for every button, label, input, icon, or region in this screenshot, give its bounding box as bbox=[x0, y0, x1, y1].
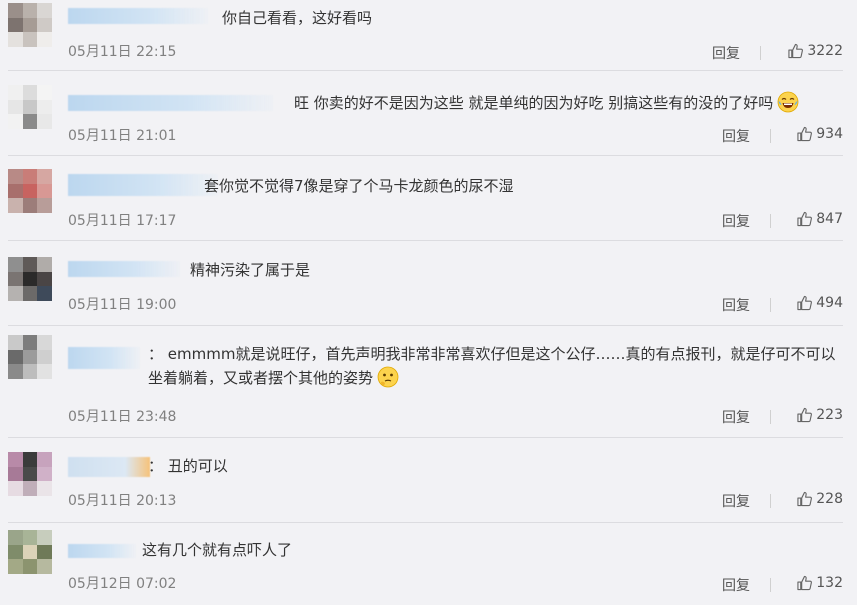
thumbs-up-icon bbox=[797, 575, 813, 591]
thinking-emoji bbox=[377, 366, 399, 388]
comment-text: 旺 你卖的好不是因为这些 就是单纯的因为好吃 别搞这些有的没的了好吗 bbox=[294, 91, 799, 115]
reply-button[interactable]: 回复 bbox=[722, 295, 750, 315]
like-button[interactable]: 934 bbox=[797, 126, 843, 142]
thumbs-up-icon bbox=[788, 43, 804, 59]
comment-text: 精神污染了属于是 bbox=[190, 261, 311, 279]
divider bbox=[770, 578, 771, 592]
comment-text: 这有几个就有点吓人了 bbox=[142, 541, 293, 559]
like-count: 223 bbox=[816, 407, 843, 423]
username-blurred[interactable] bbox=[68, 8, 208, 24]
like-count: 494 bbox=[816, 295, 843, 311]
comment-time: 05月11日 22:15 bbox=[68, 44, 177, 60]
comment-item: 套你觉不觉得7像是穿了个马卡龙颜色的尿不湿 05月11日 17:17 回复 84… bbox=[8, 156, 843, 241]
comment-feed: 你自己看看，这好看吗 05月11日 22:15 回复 3222 旺 你卖的好不是… bbox=[0, 0, 857, 605]
username-blurred[interactable] bbox=[68, 174, 218, 196]
like-button[interactable]: 223 bbox=[797, 407, 843, 423]
comment-time: 05月11日 23:48 bbox=[68, 409, 177, 425]
username-blurred[interactable] bbox=[68, 544, 136, 558]
comment-text: 套你觉不觉得7像是穿了个马卡龙颜色的尿不湿 bbox=[204, 177, 514, 195]
divider bbox=[770, 494, 771, 508]
like-button[interactable]: 494 bbox=[797, 295, 843, 311]
thumbs-up-icon bbox=[797, 407, 813, 423]
thumbs-up-icon bbox=[797, 211, 813, 227]
like-count: 228 bbox=[816, 491, 843, 507]
comment-item: 你自己看看，这好看吗 05月11日 22:15 回复 3222 bbox=[8, 0, 843, 71]
username-blurred[interactable] bbox=[68, 457, 150, 477]
comment-item: 旺 你卖的好不是因为这些 就是单纯的因为好吃 别搞这些有的没的了好吗 05月11… bbox=[8, 71, 843, 156]
avatar[interactable] bbox=[8, 530, 52, 574]
divider bbox=[770, 129, 771, 143]
username-blurred[interactable] bbox=[68, 261, 180, 277]
divider bbox=[770, 298, 771, 312]
comment-time: 05月11日 17:17 bbox=[68, 213, 177, 229]
thumbs-up-icon bbox=[797, 491, 813, 507]
like-button[interactable]: 3222 bbox=[788, 43, 843, 59]
comment-time: 05月12日 07:02 bbox=[68, 576, 177, 592]
reply-button[interactable]: 回复 bbox=[712, 43, 740, 63]
avatar[interactable] bbox=[8, 3, 52, 47]
username-blurred[interactable] bbox=[68, 95, 273, 111]
reply-button[interactable]: 回复 bbox=[722, 211, 750, 231]
comment-item: 精神污染了属于是 05月11日 19:00 回复 494 bbox=[8, 241, 843, 326]
comment-time: 05月11日 19:00 bbox=[68, 297, 177, 313]
avatar[interactable] bbox=[8, 452, 52, 496]
like-button[interactable]: 847 bbox=[797, 211, 843, 227]
like-button[interactable]: 132 bbox=[797, 575, 843, 591]
like-count: 934 bbox=[816, 126, 843, 142]
comment-item: 这有几个就有点吓人了 05月12日 07:02 回复 132 bbox=[8, 523, 843, 605]
reply-button[interactable]: 回复 bbox=[722, 491, 750, 511]
like-count: 132 bbox=[816, 575, 843, 591]
divider bbox=[770, 410, 771, 424]
reply-button[interactable]: 回复 bbox=[722, 126, 750, 146]
thumbs-up-icon bbox=[797, 126, 813, 142]
comment-text: 你自己看看，这好看吗 bbox=[222, 9, 373, 27]
avatar[interactable] bbox=[8, 335, 52, 379]
comment-text: ： emmmm就是说旺仔，首先声明我非常非常喜欢仔但是这个公仔……真的有点报刊，… bbox=[148, 345, 836, 388]
avatar[interactable] bbox=[8, 85, 52, 129]
divider bbox=[770, 214, 771, 228]
like-count: 847 bbox=[816, 211, 843, 227]
avatar[interactable] bbox=[8, 169, 52, 213]
divider bbox=[760, 46, 761, 60]
like-count: 3222 bbox=[807, 43, 843, 59]
comment-time: 05月11日 21:01 bbox=[68, 128, 177, 144]
username-blurred[interactable] bbox=[68, 347, 140, 369]
reply-button[interactable]: 回复 bbox=[722, 407, 750, 427]
comment-text: ： 丑的可以 bbox=[148, 457, 228, 475]
thumbs-up-icon bbox=[797, 295, 813, 311]
comment-time: 05月11日 20:13 bbox=[68, 493, 177, 509]
reply-button[interactable]: 回复 bbox=[722, 575, 750, 595]
avatar[interactable] bbox=[8, 257, 52, 301]
comment-item: ： 丑的可以 05月11日 20:13 回复 228 bbox=[8, 438, 843, 523]
comment-item: ： emmmm就是说旺仔，首先声明我非常非常喜欢仔但是这个公仔……真的有点报刊，… bbox=[8, 326, 843, 438]
like-button[interactable]: 228 bbox=[797, 491, 843, 507]
laughing-tears-emoji bbox=[777, 91, 799, 113]
